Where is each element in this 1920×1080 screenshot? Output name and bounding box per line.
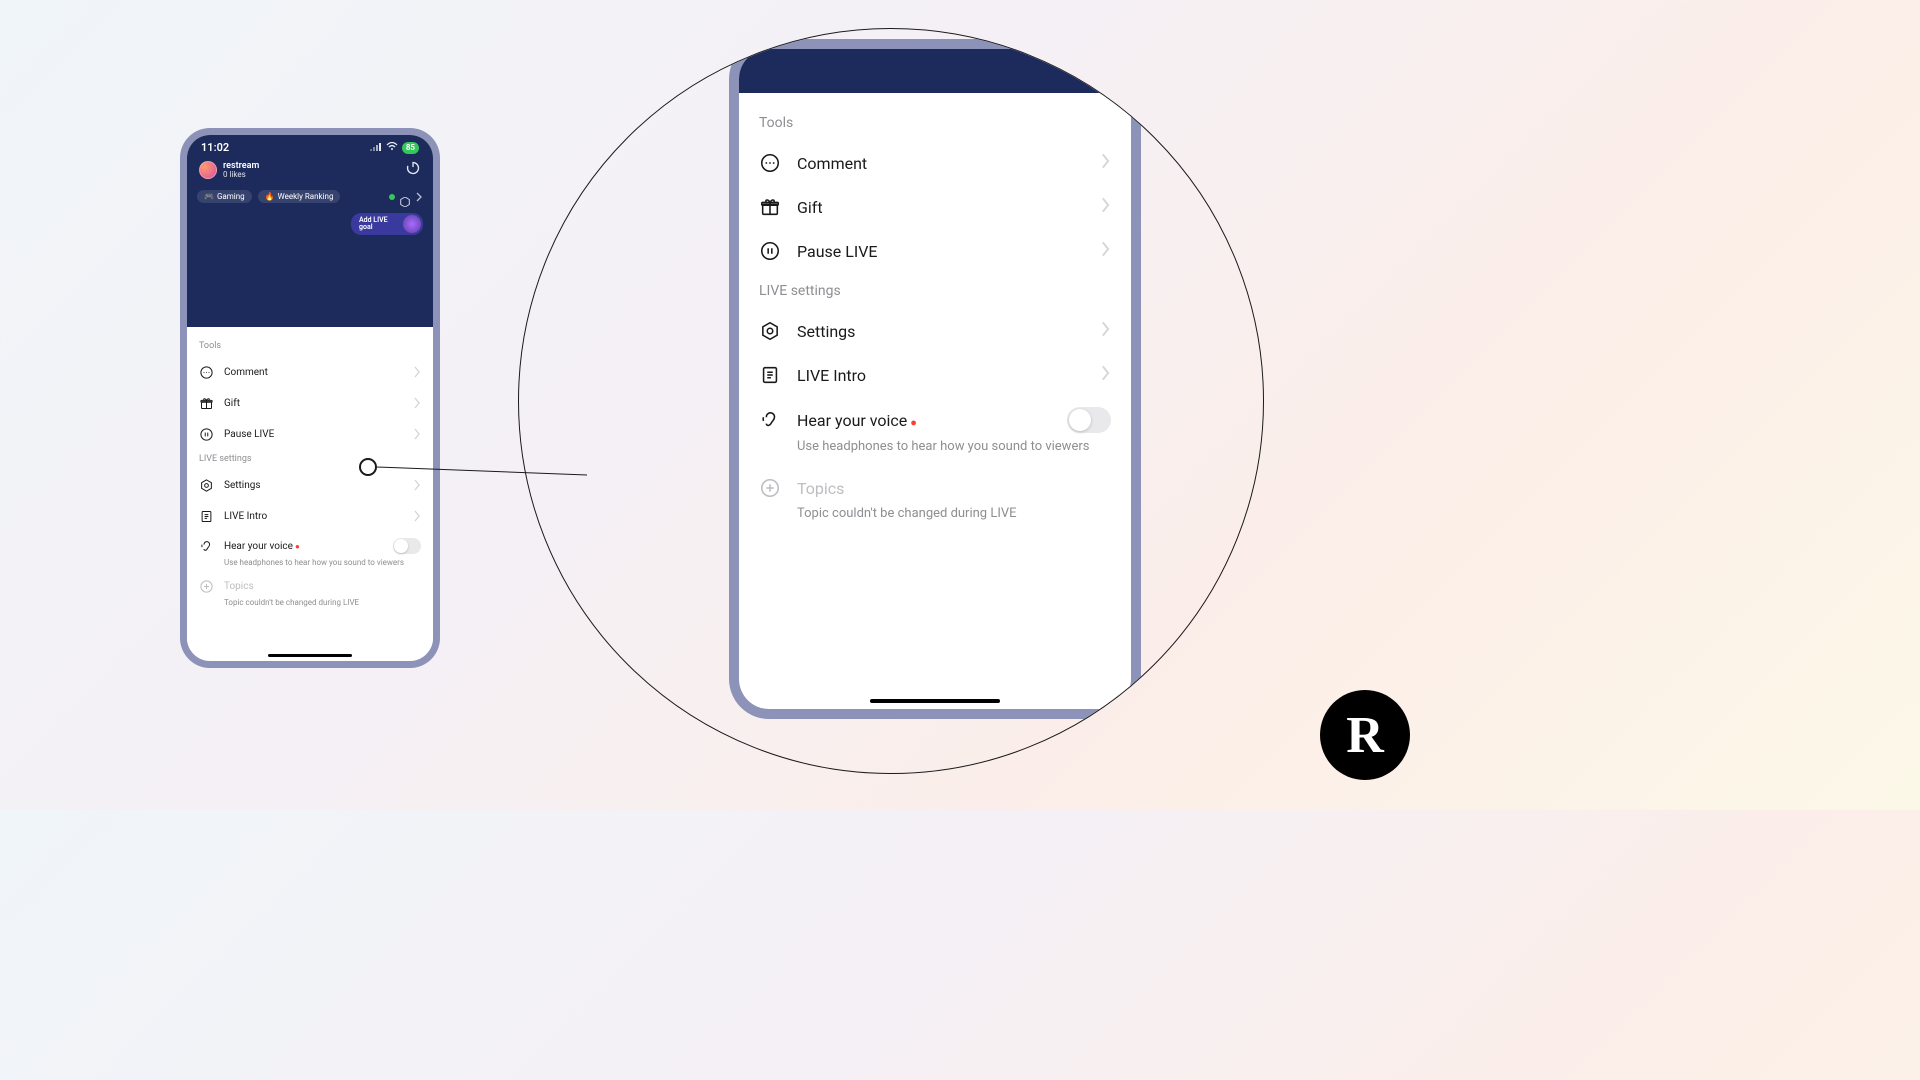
stream-header-area: 11:02 85 restre [187, 135, 433, 327]
section-live-settings: LIVE settings [759, 283, 1111, 299]
topics-label: Topics [224, 581, 421, 592]
row-pause[interactable]: Pause LIVE [755, 229, 1115, 273]
fire-icon: 🔥 [265, 192, 275, 201]
row-hear-voice: Hear your voice● [755, 397, 1115, 443]
phone-mock-small: 11:02 85 restre [180, 128, 440, 668]
status-right: 85 [370, 141, 419, 154]
ear-icon [759, 409, 781, 431]
chips-row: 🎮Gaming 🔥Weekly Ranking [187, 184, 433, 209]
goal-icon [403, 215, 421, 233]
comment-icon [199, 365, 214, 380]
chip-gaming[interactable]: 🎮Gaming [197, 190, 252, 203]
new-badge-icon: ● [910, 416, 917, 429]
battery-icon: 85 [402, 142, 419, 154]
chevron-right-icon [413, 507, 421, 526]
status-time: 11:02 [201, 141, 229, 154]
add-live-goal-button[interactable]: Add LIVE goal [351, 213, 423, 235]
row-pause[interactable]: Pause LIVE [197, 419, 423, 450]
home-indicator[interactable] [870, 699, 1000, 703]
row-comment[interactable]: Comment [755, 141, 1115, 185]
new-badge-icon: ● [295, 542, 300, 551]
topics-sub: Topic couldn't be changed during LIVE [797, 506, 1115, 521]
phone-screen-large: Tools Comment Gift Pause LIVE [739, 49, 1131, 709]
avatar[interactable] [199, 161, 217, 179]
chevron-right-icon [1100, 365, 1111, 385]
cellular-icon [370, 141, 382, 154]
note-icon [199, 509, 214, 524]
topics-label: Topics [797, 479, 1111, 498]
goal-row: Add LIVE goal [187, 209, 433, 235]
phone-mock-large: Tools Comment Gift Pause LIVE [729, 39, 1141, 719]
home-indicator[interactable] [268, 654, 352, 657]
settings-sheet-large: Tools Comment Gift Pause LIVE [739, 93, 1131, 691]
ear-icon [199, 539, 214, 554]
live-dot-icon [389, 194, 395, 200]
row-intro[interactable]: LIVE Intro [755, 353, 1115, 397]
row-intro[interactable]: LIVE Intro [197, 501, 423, 532]
settings-sheet: Tools Comment Gift Pause LIVE LIVE set [187, 327, 433, 650]
plus-circle-icon [199, 579, 214, 594]
comment-icon [759, 152, 781, 174]
chevron-right-icon [1100, 241, 1111, 261]
pause-icon [759, 240, 781, 262]
hear-voice-sub: Use headphones to hear how you sound to … [224, 558, 423, 567]
row-topics: Topics [197, 573, 423, 600]
hear-voice-toggle[interactable] [393, 538, 421, 554]
chevron-right-icon [413, 394, 421, 413]
chevron-right-icon [413, 425, 421, 444]
gift-icon [199, 396, 214, 411]
row-comment[interactable]: Comment [197, 357, 423, 388]
zoom-circle: Tools Comment Gift Pause LIVE [518, 28, 1264, 774]
row-hear-voice: Hear your voice● [197, 532, 423, 560]
pause-icon [199, 427, 214, 442]
chevron-right-icon [1100, 153, 1111, 173]
hear-voice-sub: Use headphones to hear how you sound to … [797, 439, 1115, 454]
settings-icon [199, 478, 214, 493]
topics-sub: Topic couldn't be changed during LIVE [224, 598, 423, 607]
callout-dot-icon [359, 458, 377, 476]
row-gift[interactable]: Gift [755, 185, 1115, 229]
row-settings[interactable]: Settings [197, 470, 423, 501]
chevron-right-icon [1100, 197, 1111, 217]
phone-screen: 11:02 85 restre [187, 135, 433, 661]
chevron-right-icon [413, 363, 421, 382]
hear-voice-label: Hear your voice● [224, 541, 383, 552]
status-bar: 11:02 85 [187, 135, 433, 156]
note-icon [759, 364, 781, 386]
row-topics: Topics [755, 466, 1115, 510]
power-icon[interactable] [405, 160, 421, 180]
plus-circle-icon [759, 477, 781, 499]
hear-voice-label: Hear your voice● [797, 411, 1051, 430]
settings-icon [759, 320, 781, 342]
gamepad-icon: 🎮 [204, 192, 214, 201]
row-settings[interactable]: Settings [755, 309, 1115, 353]
chevron-right-icon[interactable] [415, 187, 423, 206]
section-tools: Tools [199, 341, 421, 351]
restream-logo: R [1320, 690, 1410, 780]
settings-hex-icon[interactable] [400, 192, 410, 202]
chip-ranking[interactable]: 🔥Weekly Ranking [258, 190, 341, 203]
section-live-settings: LIVE settings [199, 454, 421, 464]
hear-voice-toggle[interactable] [1067, 407, 1111, 433]
wifi-icon [386, 141, 398, 154]
profile-row: restream 0 likes [187, 156, 433, 184]
chevron-right-icon [413, 476, 421, 495]
row-gift[interactable]: Gift [197, 388, 423, 419]
gift-icon [759, 196, 781, 218]
chevron-right-icon [1100, 321, 1111, 341]
profile-likes: 0 likes [223, 171, 259, 179]
stream-header-peek [739, 49, 1131, 93]
section-tools: Tools [759, 115, 1111, 131]
